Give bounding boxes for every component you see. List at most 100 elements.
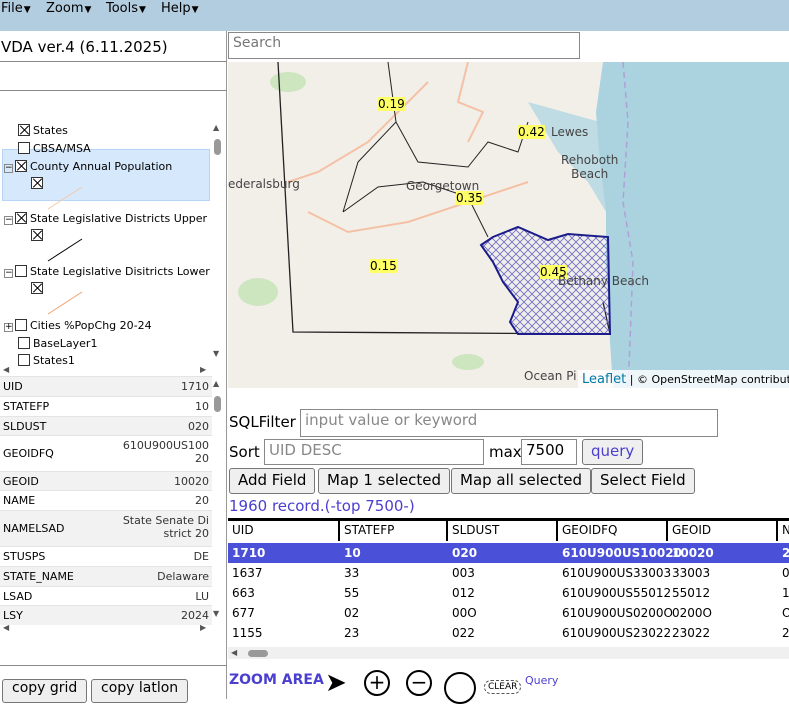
sort-label: Sort bbox=[229, 443, 260, 461]
globe-icon[interactable] bbox=[444, 672, 476, 704]
clear-button[interactable]: CLEAR bbox=[484, 680, 522, 694]
layer-item-states1[interactable]: States1 bbox=[18, 354, 75, 367]
layer-label: State Legislative Disitricts Lower bbox=[30, 265, 210, 278]
legend-checkbox[interactable] bbox=[31, 282, 43, 294]
leaflet-link[interactable]: Leaflet bbox=[582, 372, 626, 387]
scrollbar-thumb[interactable] bbox=[214, 139, 221, 155]
table-cell: 0200O bbox=[672, 606, 712, 620]
menu-zoom[interactable]: Zoom▼ bbox=[46, 1, 91, 16]
table-cell: 10 bbox=[344, 546, 361, 560]
table-row[interactable]: 6770200O610U900US0200O0200OO bbox=[228, 603, 789, 623]
ocean-area bbox=[596, 62, 789, 388]
table-cell: 610U900US23022 bbox=[562, 626, 672, 640]
table-cell: 610U900US55012 bbox=[562, 586, 672, 600]
legend-checkbox[interactable] bbox=[31, 177, 43, 189]
zoom-area-button[interactable]: ZOOM AREA bbox=[229, 672, 324, 688]
park-area bbox=[452, 354, 484, 370]
expand-icon[interactable]: + bbox=[4, 323, 13, 332]
legend-line-icon bbox=[47, 186, 83, 210]
max-input[interactable]: 7500 bbox=[521, 439, 577, 465]
column-header[interactable]: STATEFP bbox=[340, 521, 448, 541]
copy-latlon-button[interactable]: copy latlon bbox=[91, 679, 189, 703]
menu-help[interactable]: Help▼ bbox=[161, 1, 199, 16]
table-cell: 022 bbox=[452, 626, 475, 640]
map-1-selected-button[interactable]: Map 1 selected bbox=[318, 468, 451, 494]
table-cell: 677 bbox=[232, 606, 255, 620]
zoom-out-icon[interactable]: − bbox=[406, 670, 432, 696]
collapse-icon[interactable]: − bbox=[4, 216, 13, 225]
checkbox[interactable] bbox=[18, 354, 30, 366]
legend-swatch bbox=[31, 282, 46, 295]
checkbox[interactable] bbox=[15, 319, 27, 331]
table-cell: 1 bbox=[782, 586, 789, 600]
layer-label: County Annual Population bbox=[30, 160, 173, 173]
layer-list-scrollbar[interactable]: ▲ ▼ bbox=[211, 121, 225, 361]
collapse-icon[interactable]: − bbox=[4, 164, 13, 173]
scroll-up-icon[interactable]: ▲ bbox=[213, 379, 219, 388]
scroll-up-icon[interactable]: ▲ bbox=[213, 123, 219, 132]
table-cell: O bbox=[782, 606, 789, 620]
table-row[interactable]: 1637 33 003 610U900US33003 33003 0 bbox=[228, 563, 789, 583]
map-value-label: 0.15 bbox=[370, 259, 397, 273]
checkbox[interactable] bbox=[18, 337, 30, 349]
attribute-key: GEOID bbox=[3, 475, 39, 488]
copy-grid-button[interactable]: copy grid bbox=[2, 679, 88, 703]
column-header[interactable]: GEOIDFQ bbox=[558, 521, 668, 541]
table-row[interactable]: 663 55 012 610U900US55012 55012 1 bbox=[228, 583, 789, 603]
menu-tools[interactable]: Tools▼ bbox=[106, 1, 146, 16]
checkbox[interactable] bbox=[15, 265, 27, 277]
attribute-value: LU bbox=[195, 590, 209, 603]
search-input[interactable]: Search bbox=[228, 32, 580, 59]
scroll-down-icon[interactable]: ▼ bbox=[213, 609, 219, 618]
map-view[interactable]: 0.19 0.42 0.35 0.15 0.45 Lewes Rehoboth … bbox=[228, 62, 789, 388]
scrollbar-thumb[interactable] bbox=[248, 650, 268, 657]
attribute-value: 10 bbox=[195, 400, 209, 413]
sort-input[interactable]: UID DESC bbox=[264, 439, 484, 465]
scroll-left-icon[interactable]: ◀ bbox=[231, 648, 237, 657]
table-row[interactable]: 1155 23 022 610U900US23022 23022 2 bbox=[228, 623, 789, 643]
scrollbar-thumb[interactable] bbox=[214, 396, 221, 412]
column-header[interactable]: UID bbox=[228, 521, 340, 541]
attribute-key: NAMELSAD bbox=[3, 522, 65, 535]
attribute-scrollbar[interactable]: ▲ ▼ bbox=[211, 376, 225, 621]
table-cell: 33 bbox=[344, 566, 360, 580]
layer-item-sld-upper[interactable]: − State Legislative Districts Upper bbox=[4, 212, 207, 225]
layer-item-cities[interactable]: + Cities %PopChg 20-24 bbox=[4, 319, 152, 332]
query-button[interactable]: query bbox=[582, 439, 644, 465]
add-field-button[interactable]: Add Field bbox=[229, 468, 316, 494]
layer-item-cbsa[interactable]: CBSA/MSA bbox=[18, 142, 91, 155]
checkbox[interactable] bbox=[15, 160, 27, 172]
scroll-left-icon[interactable]: ◀ bbox=[3, 365, 9, 374]
grid-hscrollbar[interactable]: ◀ bbox=[228, 647, 789, 659]
map-attribution: Leaflet | © OpenStreetMap contribut bbox=[578, 370, 789, 388]
table-row[interactable]: 171010020610U900US10020100202 bbox=[228, 543, 789, 563]
legend-checkbox[interactable] bbox=[31, 229, 43, 241]
map-all-selected-button[interactable]: Map all selected bbox=[451, 468, 592, 494]
scroll-right-icon[interactable]: ▶ bbox=[200, 365, 206, 374]
checkbox[interactable] bbox=[18, 124, 30, 136]
menu-file[interactable]: File▼ bbox=[1, 1, 31, 16]
layer-item-states[interactable]: States bbox=[18, 124, 68, 137]
select-field-button[interactable]: Select Field bbox=[591, 468, 695, 494]
checkbox[interactable] bbox=[15, 212, 27, 224]
layer-item-sld-lower[interactable]: − State Legislative Disitricts Lower bbox=[4, 265, 210, 278]
attribute-key: NAME bbox=[3, 494, 36, 507]
layer-item-county-pop[interactable]: − County Annual Population bbox=[4, 160, 172, 173]
query-tool-button[interactable]: Query bbox=[525, 674, 558, 687]
attribute-value: DE bbox=[193, 550, 209, 563]
scroll-right-icon[interactable]: ▶ bbox=[200, 623, 206, 632]
map-value-label: 0.35 bbox=[456, 191, 483, 205]
app-title: VDA ver.4 (6.11.2025) bbox=[1, 38, 168, 56]
scroll-down-icon[interactable]: ▼ bbox=[213, 349, 219, 358]
checkbox[interactable] bbox=[18, 142, 30, 154]
column-header[interactable]: N bbox=[778, 521, 789, 541]
pointer-arrow-icon[interactable]: ➤ bbox=[325, 670, 347, 696]
attribute-row: NAME 20 bbox=[0, 490, 212, 510]
column-header[interactable]: SLDUST bbox=[448, 521, 558, 541]
zoom-in-icon[interactable]: + bbox=[364, 670, 390, 696]
collapse-icon[interactable]: − bbox=[4, 269, 13, 278]
column-header[interactable]: GEOID bbox=[668, 521, 778, 541]
scroll-left-icon[interactable]: ◀ bbox=[3, 623, 9, 632]
sql-filter-input[interactable]: input value or keyword bbox=[300, 409, 718, 437]
layer-item-baselayer1[interactable]: BaseLayer1 bbox=[18, 337, 97, 350]
